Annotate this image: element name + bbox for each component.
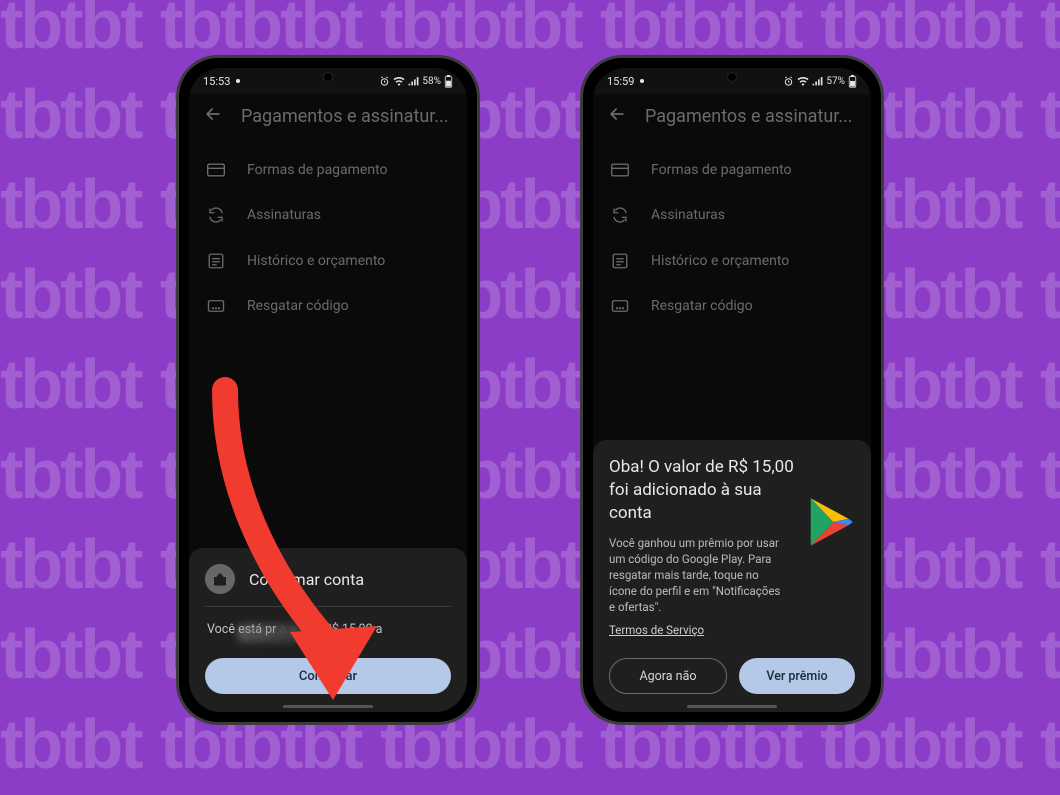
phone-left: 15:53 58% Pagam bbox=[176, 55, 480, 725]
battery-icon bbox=[444, 75, 453, 88]
sheet-body: Você ganhou um prêmio por usar um código… bbox=[609, 535, 787, 615]
battery-text: 58% bbox=[422, 76, 441, 87]
google-play-icon bbox=[801, 495, 855, 549]
menu-label: Assinaturas bbox=[651, 207, 725, 223]
menu-item-payment-methods[interactable]: Formas de pagamento bbox=[189, 148, 467, 192]
refresh-icon bbox=[205, 206, 227, 224]
battery-text: 57% bbox=[826, 76, 845, 87]
camera-hole bbox=[727, 72, 737, 82]
not-now-button[interactable]: Agora não bbox=[609, 658, 727, 694]
menu-label: Histórico e orçamento bbox=[247, 253, 385, 269]
menu-label: Formas de pagamento bbox=[247, 162, 388, 178]
wifi-icon bbox=[393, 76, 405, 86]
back-arrow-icon[interactable] bbox=[203, 104, 223, 128]
credit-added-sheet: Oba! O valor de R$ 15,00 foi adicionado … bbox=[593, 440, 871, 712]
menu-item-redeem-code[interactable]: Resgatar código bbox=[189, 284, 467, 328]
menu-list: Formas de pagamento Assinaturas Históric… bbox=[593, 142, 871, 334]
list-icon bbox=[205, 252, 227, 270]
alarm-icon bbox=[379, 76, 390, 87]
view-prize-button[interactable]: Ver prêmio bbox=[739, 658, 855, 694]
code-box-icon bbox=[205, 299, 227, 313]
card-icon bbox=[609, 162, 631, 178]
nav-bar-indicator bbox=[283, 705, 373, 708]
wallet-icon bbox=[205, 564, 235, 594]
menu-list: Formas de pagamento Assinaturas Históric… bbox=[189, 142, 467, 334]
signal-icon bbox=[812, 76, 823, 86]
menu-item-history-budget[interactable]: Histórico e orçamento bbox=[593, 238, 871, 284]
wifi-icon bbox=[797, 76, 809, 86]
menu-item-redeem-code[interactable]: Resgatar código bbox=[593, 284, 871, 328]
menu-label: Resgatar código bbox=[651, 298, 753, 314]
menu-label: Resgatar código bbox=[247, 298, 349, 314]
nav-bar-indicator bbox=[687, 705, 777, 708]
phone-right: 15:59 57% Pagam bbox=[580, 55, 884, 725]
terms-of-service-link[interactable]: Termos de Serviço bbox=[609, 623, 704, 637]
menu-item-payment-methods[interactable]: Formas de pagamento bbox=[593, 148, 871, 192]
notification-dot-icon bbox=[234, 77, 242, 85]
menu-label: Assinaturas bbox=[247, 207, 321, 223]
code-box-icon bbox=[609, 299, 631, 313]
card-icon bbox=[205, 162, 227, 178]
menu-item-subscriptions[interactable]: Assinaturas bbox=[593, 192, 871, 238]
back-arrow-icon[interactable] bbox=[607, 104, 627, 128]
alarm-icon bbox=[783, 76, 794, 87]
confirm-button-label: Confirmar bbox=[299, 669, 357, 684]
sheet-title: Confirmar conta bbox=[249, 570, 364, 589]
not-now-label: Agora não bbox=[639, 669, 696, 684]
camera-hole bbox=[323, 72, 333, 82]
confirm-button[interactable]: Confirmar bbox=[205, 658, 451, 694]
refresh-icon bbox=[609, 206, 631, 224]
redacted-blur bbox=[237, 624, 347, 642]
list-icon bbox=[609, 252, 631, 270]
menu-item-history-budget[interactable]: Histórico e orçamento bbox=[189, 238, 467, 284]
sheet-body: Você está pr a a R$ 15,00 a bbox=[205, 607, 451, 644]
menu-item-subscriptions[interactable]: Assinaturas bbox=[189, 192, 467, 238]
status-time: 15:59 bbox=[607, 75, 634, 88]
page-title: Pagamentos e assinatur... bbox=[645, 106, 853, 127]
status-time: 15:53 bbox=[203, 75, 230, 88]
notification-dot-icon bbox=[638, 77, 646, 85]
signal-icon bbox=[408, 76, 419, 86]
page-title: Pagamentos e assinatur... bbox=[241, 106, 449, 127]
menu-label: Histórico e orçamento bbox=[651, 253, 789, 269]
menu-label: Formas de pagamento bbox=[651, 162, 792, 178]
view-prize-label: Ver prêmio bbox=[766, 669, 827, 684]
confirm-account-sheet: Confirmar conta Você está pr a a R$ 15,0… bbox=[189, 548, 467, 712]
battery-icon bbox=[848, 75, 857, 88]
